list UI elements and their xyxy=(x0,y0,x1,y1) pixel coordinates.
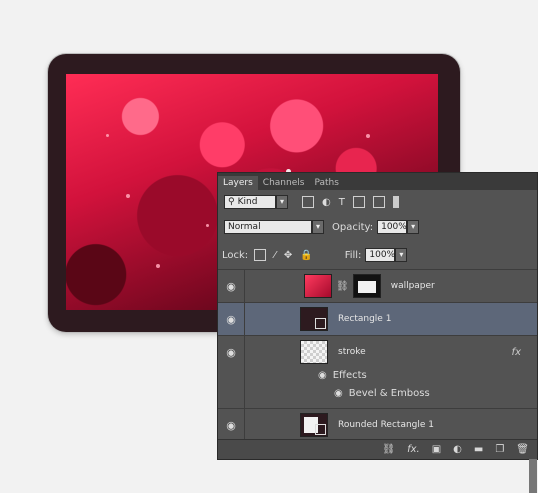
chevron-down-icon[interactable]: ▾ xyxy=(395,248,408,262)
layer-name: wallpaper xyxy=(390,281,435,291)
layer-thumbnail xyxy=(304,274,332,298)
lock-position-icon[interactable]: ✥ xyxy=(284,250,292,261)
tab-channels[interactable]: Channels xyxy=(258,176,310,190)
chain-link-icon[interactable]: ⛓ xyxy=(336,281,349,292)
fx-icon[interactable]: fx xyxy=(512,347,521,358)
folder-icon[interactable]: ▬ xyxy=(474,444,483,455)
layer-thumbnail xyxy=(300,340,328,364)
bevel-emboss-row[interactable]: ◉ Bevel & Emboss xyxy=(334,388,430,399)
search-icon: ⚲ xyxy=(228,197,235,207)
layer-row-wallpaper[interactable]: ◉ ⛓ wallpaper xyxy=(218,269,537,302)
fill-input[interactable]: 100% xyxy=(365,248,396,262)
visibility-eye-icon[interactable]: ◉ xyxy=(218,280,244,293)
fx-icon[interactable]: fx. xyxy=(407,444,420,455)
layer-name: Rounded Rectangle 1 xyxy=(338,420,435,430)
filter-row: ⚲ Kind ▾ ◐ T xyxy=(224,193,537,211)
adjustment-icon[interactable]: ◐ xyxy=(453,444,462,455)
chevron-down-icon[interactable]: ▾ xyxy=(312,220,324,234)
visibility-eye-icon[interactable]: ◉ xyxy=(334,388,343,399)
layer-row-rounded-rectangle-1[interactable]: ◉ Rounded Rectangle 1 xyxy=(218,408,537,441)
chevron-down-icon[interactable]: ▾ xyxy=(407,220,420,234)
visibility-eye-icon[interactable]: ◉ xyxy=(218,346,244,359)
chevron-down-icon[interactable]: ▾ xyxy=(276,195,288,209)
mask-icon[interactable]: ▣ xyxy=(432,444,441,455)
blend-mode-select[interactable]: Normal xyxy=(224,220,312,234)
filter-toggle-icon[interactable] xyxy=(392,196,399,208)
opacity-label: Opacity: xyxy=(332,221,374,233)
tab-paths[interactable]: Paths xyxy=(309,176,343,190)
tab-layers[interactable]: Layers xyxy=(218,176,258,190)
visibility-eye-icon[interactable]: ◉ xyxy=(218,419,244,432)
layer-thumbnail xyxy=(300,413,328,437)
panel-scrollbar[interactable] xyxy=(529,453,537,493)
layers-panel: Layers Channels Paths ⚲ Kind ▾ ◐ T Norma… xyxy=(217,172,538,493)
filter-kind-select[interactable]: ⚲ Kind xyxy=(224,195,276,209)
visibility-eye-icon[interactable]: ◉ xyxy=(318,370,327,381)
shape-filter-icon[interactable] xyxy=(352,196,365,208)
layer-name: Rectangle 1 xyxy=(338,314,392,324)
lock-row: Lock: ⁄ ✥ 🔒 Fill: 100% ▾ xyxy=(222,247,537,263)
visibility-eye-icon[interactable]: ◉ xyxy=(218,313,244,326)
trash-icon[interactable]: 🗑 xyxy=(516,444,529,455)
lock-transparent-icon[interactable] xyxy=(254,249,267,261)
blend-row: Normal ▾ Opacity: 100% ▾ xyxy=(224,219,537,235)
layer-name: stroke xyxy=(338,347,366,357)
filter-kind-label: Kind xyxy=(237,197,258,207)
smart-object-filter-icon[interactable] xyxy=(372,196,385,208)
effects-label: Effects xyxy=(332,370,367,381)
bevel-emboss-label: Bevel & Emboss xyxy=(348,388,430,399)
lock-all-icon[interactable]: 🔒 xyxy=(300,250,312,261)
pixel-filter-icon[interactable] xyxy=(302,196,314,208)
panel-bottom-toolbar: ⛓ fx. ▣ ◐ ▬ ❐ 🗑 xyxy=(218,439,537,459)
effects-group: ◉ Effects ◉ Bevel & Emboss xyxy=(218,368,537,408)
mask-thumbnail xyxy=(352,274,381,298)
layer-thumbnail xyxy=(300,307,328,331)
layer-row-stroke[interactable]: ◉ stroke fx xyxy=(218,335,537,368)
panel-tabs: Layers Channels Paths xyxy=(218,173,537,190)
new-layer-icon[interactable]: ❐ xyxy=(495,444,504,455)
opacity-input[interactable]: 100% xyxy=(377,220,408,234)
fill-label: Fill: xyxy=(344,249,362,261)
layer-row-rectangle-1[interactable]: ◉ Rectangle 1 xyxy=(218,302,537,335)
lock-image-icon[interactable]: ⁄ xyxy=(274,250,276,261)
adjustment-filter-icon[interactable]: ◐ xyxy=(322,197,331,208)
lock-label: Lock: xyxy=(222,249,249,261)
type-filter-icon[interactable]: T xyxy=(339,197,345,208)
effects-row[interactable]: ◉ Effects xyxy=(318,370,367,381)
link-icon[interactable]: ⛓ xyxy=(382,444,395,455)
